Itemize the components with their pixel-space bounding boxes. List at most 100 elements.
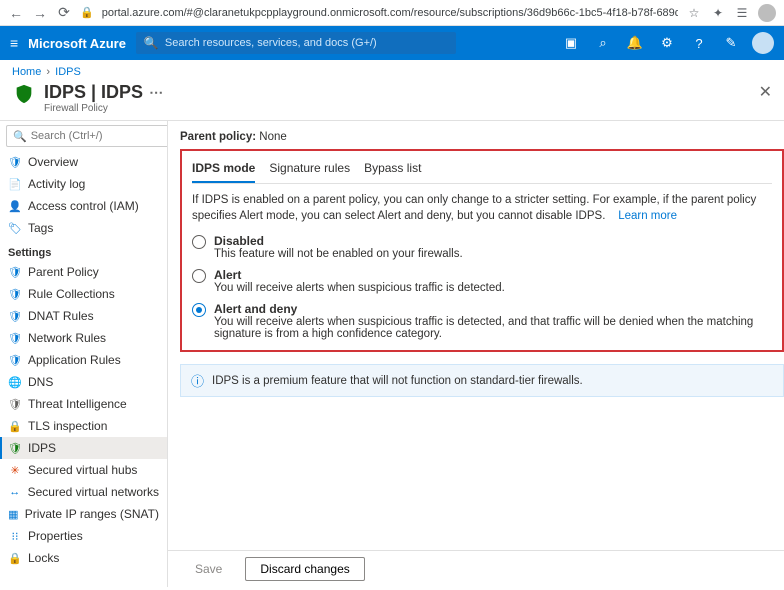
sidebar-item[interactable]: 🔒TLS inspection	[0, 415, 167, 437]
search-input[interactable]	[165, 37, 448, 49]
menu-icon: 🔒	[8, 419, 22, 433]
reading-list-icon[interactable]: ☰	[734, 6, 750, 20]
star-icon[interactable]: ☆	[686, 6, 702, 20]
save-button[interactable]: Save	[180, 557, 237, 581]
sidebar-item-label: Activity log	[28, 177, 85, 191]
puzzle-icon[interactable]: ✦	[710, 6, 726, 20]
tab[interactable]: IDPS mode	[192, 157, 255, 183]
forward-icon[interactable]: →	[32, 5, 48, 21]
radio-title: Alert	[214, 268, 505, 282]
sidebar-item[interactable]: 🔒Locks	[0, 547, 167, 569]
sidebar-section-header: Settings	[0, 239, 167, 261]
settings-icon[interactable]: ⚙	[656, 35, 678, 51]
sidebar-item[interactable]: 🌐 DNS	[0, 371, 167, 393]
sidebar-item-label: Locks	[28, 551, 59, 565]
breadcrumb-home[interactable]: Home	[12, 66, 41, 78]
content-pane: Parent policy: None IDPS modeSignature r…	[168, 121, 784, 587]
radio-desc: This feature will not be enabled on your…	[214, 248, 463, 260]
more-icon[interactable]: ⋯	[149, 84, 163, 101]
breadcrumb-current[interactable]: IDPS	[55, 66, 81, 78]
directory-icon[interactable]: ⌕	[592, 35, 614, 51]
help-icon[interactable]: ?	[688, 36, 710, 51]
sidebar-search[interactable]: 🔍	[6, 125, 168, 147]
sidebar-item[interactable]: 🏷Tags	[0, 217, 167, 239]
sidebar-item[interactable]: 🛡 Application Rules	[0, 349, 167, 371]
sidebar-item-label: DNS	[28, 375, 53, 389]
page-title: IDPS | IDPS	[44, 82, 143, 103]
tab[interactable]: Bypass list	[364, 157, 421, 183]
menu-icon: 👤	[8, 199, 22, 213]
tabs: IDPS mode Signature rules Bypass list	[192, 157, 772, 184]
info-icon: ⓘ	[191, 371, 204, 390]
learn-more-link[interactable]: Learn more	[618, 210, 677, 222]
back-icon[interactable]: ←	[8, 5, 24, 21]
menu-icon: 🛡	[8, 331, 22, 345]
main-area: 🔍 « 🛡Overview📄Activity log👤Access contro…	[0, 121, 784, 587]
lock-icon: 🔒	[80, 6, 94, 19]
radio-icon[interactable]	[192, 235, 206, 249]
sidebar-search-input[interactable]	[31, 130, 168, 142]
highlighted-region: IDPS modeSignature rulesBypass list If I…	[180, 149, 784, 352]
notifications-icon[interactable]: 🔔	[624, 35, 646, 51]
sidebar-item[interactable]: 🛡 Threat Intelligence	[0, 393, 167, 415]
sidebar-item-label: Threat Intelligence	[28, 397, 127, 411]
sidebar-item[interactable]: ✳Secured virtual hubs	[0, 459, 167, 481]
radio-icon[interactable]	[192, 303, 206, 317]
sidebar-item[interactable]: ⁝⁝ Properties	[0, 525, 167, 547]
sidebar-item[interactable]: 🛡 Parent Policy	[0, 261, 167, 283]
page-subtitle: Firewall Policy	[44, 103, 751, 114]
radio-icon[interactable]	[192, 269, 206, 283]
menu-icon: 🛡	[8, 397, 22, 411]
radio-option[interactable]: Disabled This feature will not be enable…	[192, 234, 772, 260]
sidebar-item[interactable]: 🛡Network Rules	[0, 327, 167, 349]
radio-desc: You will receive alerts when suspicious …	[214, 282, 505, 294]
menu-icon: 🛡	[8, 309, 22, 323]
account-avatar[interactable]	[752, 32, 774, 54]
idps-mode-options: Disabled This feature will not be enable…	[192, 234, 772, 340]
sidebar-item-label: Secured virtual networks	[28, 485, 159, 499]
menu-icon: 🌐	[8, 375, 22, 389]
radio-title: Alert and deny	[214, 302, 772, 316]
shield-icon	[12, 82, 36, 106]
cloud-shell-icon[interactable]: ▣	[560, 35, 582, 51]
sidebar-item[interactable]: 📄Activity log	[0, 173, 167, 195]
radio-desc: You will receive alerts when suspicious …	[214, 316, 772, 340]
menu-icon: 🛡	[8, 265, 22, 279]
brand-label[interactable]: Microsoft Azure	[28, 36, 126, 51]
tab[interactable]: Signature rules	[269, 157, 350, 183]
hamburger-icon[interactable]: ≡	[10, 35, 18, 51]
menu-icon: 🛡	[8, 353, 22, 367]
reload-icon[interactable]: ⟳	[56, 5, 72, 21]
discard-button[interactable]: Discard changes	[245, 557, 364, 581]
sidebar-item-label: Properties	[28, 529, 83, 543]
global-search[interactable]: 🔍	[136, 32, 456, 54]
radio-title: Disabled	[214, 234, 463, 248]
menu-icon: 🛡	[8, 441, 22, 455]
sidebar-item[interactable]: ↔ Secured virtual networks	[0, 481, 167, 503]
menu-icon: ↔	[8, 485, 22, 499]
azure-topbar: ≡ Microsoft Azure 🔍 ▣ ⌕ 🔔 ⚙ ? ✎	[0, 26, 784, 60]
sidebar-item-label: IDPS	[28, 441, 56, 455]
footer-bar: Save Discard changes	[168, 550, 784, 587]
sidebar-item[interactable]: 🛡Overview	[0, 151, 167, 173]
search-icon: 🔍	[144, 36, 159, 50]
url-text[interactable]: portal.azure.com/#@claranetukpcpplaygrou…	[102, 7, 678, 19]
menu-icon: 🛡	[8, 287, 22, 301]
sidebar-item[interactable]: ▦Private IP ranges (SNAT)	[0, 503, 167, 525]
sidebar: 🔍 « 🛡Overview📄Activity log👤Access contro…	[0, 121, 168, 587]
sidebar-item-label: Application Rules	[28, 353, 121, 367]
sidebar-item[interactable]: 🛡Rule Collections	[0, 283, 167, 305]
sidebar-item[interactable]: 🛡 IDPS	[0, 437, 167, 459]
profile-avatar[interactable]	[758, 4, 776, 22]
close-icon[interactable]: ✕	[759, 82, 772, 102]
menu-icon: ✳	[8, 463, 22, 477]
sidebar-item-label: Tags	[28, 221, 53, 235]
sidebar-item-label: Parent Policy	[28, 265, 99, 279]
sidebar-item[interactable]: 🛡DNAT Rules	[0, 305, 167, 327]
menu-icon: ⁝⁝	[8, 529, 22, 543]
feedback-icon[interactable]: ✎	[720, 35, 742, 51]
sidebar-item[interactable]: 👤Access control (IAM)	[0, 195, 167, 217]
radio-option[interactable]: Alert You will receive alerts when suspi…	[192, 268, 772, 294]
browser-chrome: ← → ⟳ 🔒 portal.azure.com/#@claranetukpcp…	[0, 0, 784, 26]
radio-option[interactable]: Alert and deny You will receive alerts w…	[192, 302, 772, 340]
